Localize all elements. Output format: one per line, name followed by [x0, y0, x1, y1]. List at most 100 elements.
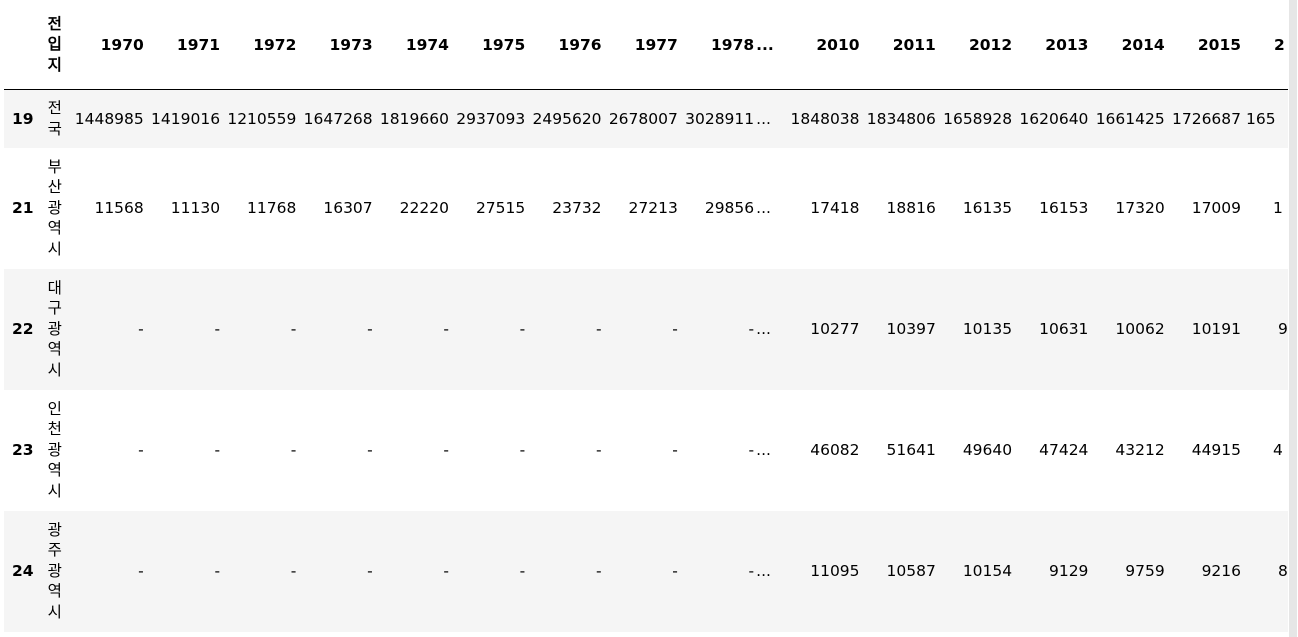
table-cell: 16135	[962, 199, 1013, 217]
table-cell: 11095	[810, 562, 860, 580]
table-cell: -	[595, 320, 602, 338]
table-cell: -	[748, 562, 755, 580]
table-cell: 9759	[1125, 562, 1165, 580]
table-cell: 49640	[962, 441, 1013, 459]
ellipsis-cell: ...	[756, 562, 771, 580]
table-cell-clipped: 1	[1273, 199, 1283, 217]
column-header: 2014	[1088, 0, 1165, 90]
table-cell: 1834806	[866, 109, 936, 128]
column-header: 1972	[220, 0, 297, 90]
table-cell: 11130	[170, 199, 221, 217]
table-cell: -	[367, 320, 373, 338]
table-cell: 1658928	[943, 109, 1013, 128]
dataframe-output: 전입지 1970 1971 1972 1973 1974 1975 1976 1…	[0, 0, 1288, 637]
column-header: 2013	[1012, 0, 1089, 90]
table-cell: -	[367, 441, 373, 459]
row-name-cell: 인천광역시	[38, 390, 72, 511]
table-cell: -	[519, 562, 526, 580]
table-cell-clipped: 165	[1246, 109, 1276, 128]
column-header: 1973	[296, 0, 373, 90]
table-cell: 1448985	[74, 109, 144, 128]
vertical-scrollbar[interactable]	[1288, 0, 1298, 637]
table-cell: -	[748, 320, 755, 338]
table-cell: -	[214, 562, 221, 580]
row-name: 광주광역시	[47, 520, 62, 621]
row-name: 대구광역시	[47, 278, 62, 379]
table-cell: 10135	[962, 320, 1013, 338]
table-cell: -	[214, 320, 221, 338]
ellipsis-cell: ...	[756, 320, 771, 338]
scrollbar-thumb[interactable]	[1289, 0, 1297, 637]
table-cell: 2495620	[532, 109, 602, 128]
table-cell: 10277	[810, 320, 860, 338]
row-name-cell: 대구광역시	[38, 269, 72, 390]
table-cell: -	[519, 320, 526, 338]
table-cell: -	[214, 441, 221, 459]
dataframe-table: 전입지 1970 1971 1972 1973 1974 1975 1976 1…	[4, 0, 1288, 632]
table-cell: 1620640	[1019, 109, 1089, 128]
table-row: 21 부산광역시 11568 11130 11768 16307 22220 2…	[4, 147, 1288, 269]
row-name: 인천광역시	[47, 399, 62, 500]
table-cell: 2678007	[608, 109, 678, 128]
table-cell: 1647268	[303, 109, 373, 128]
table-cell: -	[519, 441, 526, 459]
row-name: 부산광역시	[47, 157, 62, 258]
row-index: 22	[12, 320, 34, 338]
table-cell: -	[443, 441, 449, 459]
table-cell: 16153	[1039, 199, 1089, 217]
table-cell: 17009	[1191, 199, 1242, 217]
table-cell: 51641	[886, 441, 936, 459]
table-cell: 27213	[628, 199, 678, 217]
column-header-clipped: 2	[1241, 0, 1288, 90]
table-cell: 10397	[886, 320, 936, 338]
table-cell: 43212	[1115, 441, 1165, 459]
table-cell: -	[672, 562, 678, 580]
table-cell: -	[290, 320, 297, 338]
ellipsis-cell: ...	[756, 199, 771, 217]
column-header: 2012	[935, 0, 1013, 90]
table-cell: 1419016	[151, 109, 221, 128]
table-cell: 23732	[552, 199, 602, 217]
row-name-cell: 광주광역시	[38, 511, 72, 632]
table-cell: -	[595, 441, 602, 459]
table-cell: 1726687	[1171, 109, 1242, 128]
row-index: 24	[12, 562, 34, 580]
table-cell: -	[290, 562, 297, 580]
table-cell: -	[138, 320, 144, 338]
column-header: 2011	[859, 0, 936, 90]
row-name-cell: 전국	[38, 90, 72, 148]
index-header	[4, 0, 38, 90]
table-row: 22 대구광역시 - - - - - - - - - ... 10277 103…	[4, 268, 1288, 390]
table-cell: 2937093	[456, 109, 526, 128]
header-row: 전입지 1970 1971 1972 1973 1974 1975 1976 1…	[4, 0, 1288, 90]
table-cell: -	[290, 441, 297, 459]
table-cell: -	[672, 320, 678, 338]
table-cell: -	[672, 441, 678, 459]
column-header: 2015	[1164, 0, 1242, 90]
row-name-cell: 부산광역시	[38, 148, 72, 269]
row-index: 21	[12, 199, 34, 217]
table-cell: -	[595, 562, 602, 580]
row-index: 23	[12, 441, 34, 459]
column-header: 1978	[677, 0, 755, 90]
ellipsis-cell: ...	[756, 441, 771, 459]
row-name: 전국	[47, 99, 62, 138]
table-cell: 1210559	[227, 109, 297, 128]
table-cell: 10587	[886, 562, 936, 580]
table-row: 23 인천광역시 - - - - - - - - - ... 46082 516…	[4, 389, 1288, 511]
table-row: 19 전국 1448985 1419016 1210559 1647268 18…	[4, 89, 1288, 148]
column-header: 1974	[372, 0, 449, 90]
table-cell: 10191	[1191, 320, 1242, 338]
row-index: 19	[12, 109, 34, 128]
table-cell: 1848038	[790, 109, 860, 128]
table-cell-clipped: 9	[1278, 320, 1288, 338]
table-cell: -	[748, 441, 755, 459]
table-cell: 9129	[1048, 562, 1089, 580]
table-cell: -	[443, 562, 449, 580]
column-header: 1976	[525, 0, 602, 90]
table-row: 24 광주광역시 - - - - - - - - - ... 11095 105…	[4, 510, 1288, 632]
table-cell-clipped: 4	[1273, 441, 1283, 459]
table-cell: 10631	[1039, 320, 1089, 338]
table-cell: 17320	[1115, 199, 1165, 217]
column-header: 1970	[72, 0, 144, 90]
